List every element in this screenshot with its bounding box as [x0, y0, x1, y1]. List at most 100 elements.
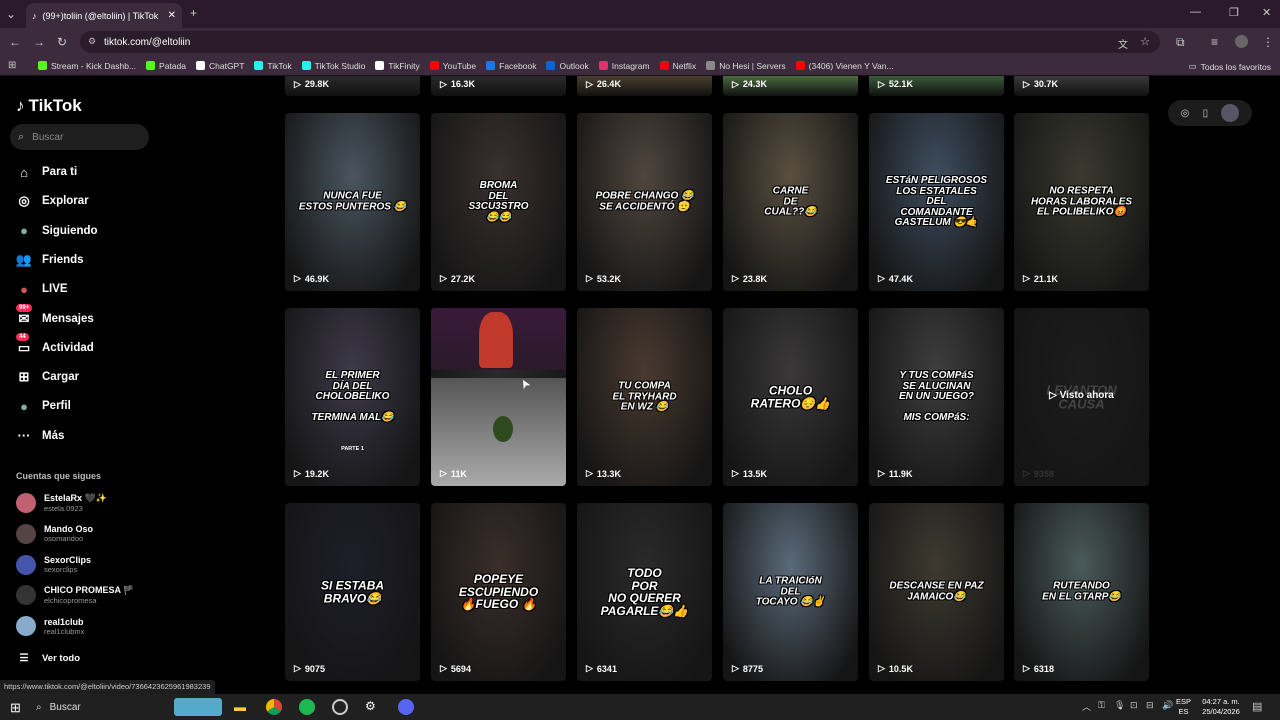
windows-start-icon[interactable]: ⊞ [10, 700, 21, 716]
all-bookmarks[interactable]: ▭ Todos los favoritos [1189, 61, 1271, 72]
user-avatar[interactable] [1221, 104, 1240, 122]
back-icon[interactable]: ← [9, 35, 21, 49]
following-account[interactable]: EstelaRx 🖤✨ estela.0923 [16, 493, 107, 513]
video-card[interactable]: EL PRIMER DÍA DEL CHOLOBELIKO TERMINA MA… [285, 308, 420, 486]
video-card-partial[interactable]: ▷ 26.4K [577, 76, 712, 96]
bookmark-item[interactable]: Facebook [486, 61, 536, 71]
video-card-partial[interactable]: ▷ 52.1K [869, 76, 1004, 96]
video-card[interactable]: CARNE DE CUAL??😂 ▷ 23.8K [723, 113, 858, 291]
close-tab-icon[interactable]: ✕ [168, 10, 176, 21]
play-icon: ▷ [878, 468, 885, 478]
nav-item-mensajes[interactable]: ✉ Mensajes 99+ [16, 303, 94, 327]
video-card[interactable]: LA TRAICIóN DEL TOCAYO 😂✌ ▷ 8775 [723, 503, 858, 681]
notifications-icon[interactable]: ▤ [1252, 700, 1262, 713]
following-account[interactable]: real1club real1clubmx [16, 616, 84, 637]
nav-item-cargar[interactable]: ⊞ Cargar [16, 369, 80, 385]
following-account[interactable]: Mando Oso osomandoo [16, 523, 93, 544]
view-count: ▷ 26.4K [586, 79, 621, 89]
video-card[interactable]: BROMA DEL S3CU3STRO 😂😂 ▷ 27.2K [431, 113, 566, 291]
nav-item-live[interactable]: ● LIVE [16, 281, 68, 297]
spotify-icon[interactable] [299, 699, 315, 715]
video-card-partial[interactable]: ▷ 24.3K [723, 76, 858, 96]
video-card[interactable]: Y TUS COMPáS SE ALUCINAN EN UN JUEGO? MI… [869, 308, 1004, 486]
steam-icon[interactable]: ⚙ [365, 699, 376, 713]
video-card[interactable]: ▷ 11K [431, 308, 566, 486]
translate-icon[interactable]: 文 [1118, 36, 1128, 51]
bookmark-star-icon[interactable]: ☆ [1140, 35, 1150, 48]
nav-item-más[interactable]: ··· Más [16, 428, 65, 444]
obs-icon[interactable] [332, 699, 348, 715]
bookmark-item[interactable]: No Hesi | Servers [706, 61, 786, 71]
following-account[interactable]: CHICO PROMESA 🏴 elchicopromesa [16, 585, 134, 606]
video-card[interactable]: LEVANTON CAUSA ▷ Visto ahora ▷ 9358 [1014, 308, 1149, 486]
media-icon[interactable]: ≡ [1211, 35, 1218, 49]
clock[interactable]: 04:27 a. m. 25/04/2026 [1198, 697, 1244, 717]
video-card[interactable]: SI ESTABA BRAVO😂 ▷ 9075 [285, 503, 420, 681]
tiktok-logo[interactable]: ♪ TikTok [16, 96, 82, 116]
bookmark-item[interactable]: YouTube [429, 61, 476, 71]
bookmark-item[interactable]: Patada [146, 61, 186, 71]
chrome-icon[interactable] [266, 699, 282, 715]
video-card[interactable]: POPEYE ESCUPIENDO 🔥FUEGO 🔥 ▷ 5694 [431, 503, 566, 681]
video-card-partial[interactable]: ▷ 30.7K [1014, 76, 1149, 96]
compass-small-icon[interactable]: ◎ [1181, 108, 1190, 119]
video-card[interactable]: DESCANSE EN PAZ JAMAICO😂 ▷ 10.5K [869, 503, 1004, 681]
bookmark-item[interactable]: TikTok Studio [301, 61, 365, 71]
view-count: ▷ 13.3K [586, 468, 621, 479]
nav-item-siguiendo[interactable]: ● Siguiendo [16, 223, 98, 239]
video-card[interactable]: ESTáN PELIGROSOS LOS ESTATALES DEL COMAN… [869, 113, 1004, 291]
restore-icon[interactable]: ❐ [1229, 6, 1239, 19]
bookmark-item[interactable]: Instagram [598, 61, 650, 71]
phone-icon[interactable]: ▯ [1203, 108, 1209, 119]
bookmark-item[interactable]: Stream - Kick Dashb... [38, 61, 136, 71]
tab-search-icon[interactable]: ⌄ [6, 7, 16, 21]
network-icon[interactable]: ⊟ [1146, 700, 1154, 711]
apps-icon[interactable]: ⊞ [8, 60, 16, 71]
new-tab-icon[interactable]: + [190, 6, 197, 20]
video-card[interactable]: NUNCA FUE ESTOS PUNTEROS 😂 ▷ 46.9K [285, 113, 420, 291]
bookmark-item[interactable]: ChatGPT [195, 61, 244, 71]
tray-icon-1[interactable]: ⚿ [1098, 700, 1105, 711]
video-card[interactable]: POBRE CHANGO 😂 SE ACCIDENTÓ 🫡 ▷ 53.2K [577, 113, 712, 291]
discord-icon[interactable] [398, 699, 414, 715]
bookmark-item[interactable]: Outlook [546, 61, 589, 71]
extensions-icon[interactable]: ⧉ [1176, 35, 1185, 50]
nav-item-para-ti[interactable]: ⌂ Para ti [16, 164, 77, 180]
play-icon: ▷ [1023, 273, 1030, 283]
site-info-icon[interactable]: ⚙ [88, 36, 96, 47]
video-card-partial[interactable]: ▷ 16.3K [431, 76, 566, 96]
video-card[interactable]: RUTEANDO EN EL GTARP😂 ▷ 6318 [1014, 503, 1149, 681]
following-heading: Cuentas que sigues [16, 471, 102, 481]
bookmark-item[interactable]: (3406) Vienen Y Van... [795, 61, 894, 71]
tray-chevron-icon[interactable]: ︿ [1082, 700, 1091, 713]
search-input[interactable]: ⌕ Buscar [10, 124, 149, 150]
following-account[interactable]: SexorClips sexorclips [16, 554, 91, 575]
bookmark-item[interactable]: TikTok [254, 61, 292, 71]
nav-item-perfil[interactable]: ● Perfil [16, 398, 71, 414]
nav-item-actividad[interactable]: ▭ Actividad 44 [16, 332, 94, 356]
nav-item-explorar[interactable]: ◎ Explorar [16, 193, 88, 209]
bookmark-item[interactable]: Netflix [659, 61, 696, 71]
bookmark-favicon-icon [659, 61, 669, 70]
address-bar[interactable]: ⚙ tiktok.com/@eltoliin 文 ☆ [80, 31, 1160, 53]
language-indicator[interactable]: ESP ES [1176, 697, 1191, 717]
nav-item-friends[interactable]: 👥 Friends [16, 252, 84, 268]
video-card[interactable]: TODO POR NO QUERER PAGARLE😂👍 ▷ 6341 [577, 503, 712, 681]
file-explorer-icon[interactable]: ▬ [234, 700, 246, 714]
see-all-link[interactable]: ☰ Ver todo [16, 650, 81, 666]
video-card-partial[interactable]: ▷ 29.8K [285, 76, 420, 96]
profile-avatar[interactable] [1235, 35, 1248, 48]
video-card[interactable]: NO RESPETA HORAS LABORALES EL POLIBELIKO… [1014, 113, 1149, 291]
bookmark-item[interactable]: TikFinity [375, 61, 420, 71]
video-card[interactable]: TU COMPA EL TRYHARD EN WZ 😂 ▷ 13.3K [577, 308, 712, 486]
reload-icon[interactable]: ↻ [57, 35, 67, 49]
video-card[interactable]: CHOLO RATERO😔👍 ▷ 13.5K [723, 308, 858, 486]
close-window-icon[interactable]: ✕ [1262, 6, 1271, 19]
menu-icon[interactable]: ⋮ [1262, 35, 1274, 49]
mic-icon[interactable]: 🎙 [1114, 700, 1125, 711]
minimize-icon[interactable]: — [1190, 6, 1201, 18]
volume-icon[interactable]: 🔊 [1162, 700, 1173, 711]
tray-icon-2[interactable]: ⊡ [1130, 700, 1138, 711]
forward-icon[interactable]: → [33, 35, 45, 49]
browser-tab[interactable]: ♪ (99+)toliin (@eltoliin) | TikTok ✕ [26, 3, 182, 28]
